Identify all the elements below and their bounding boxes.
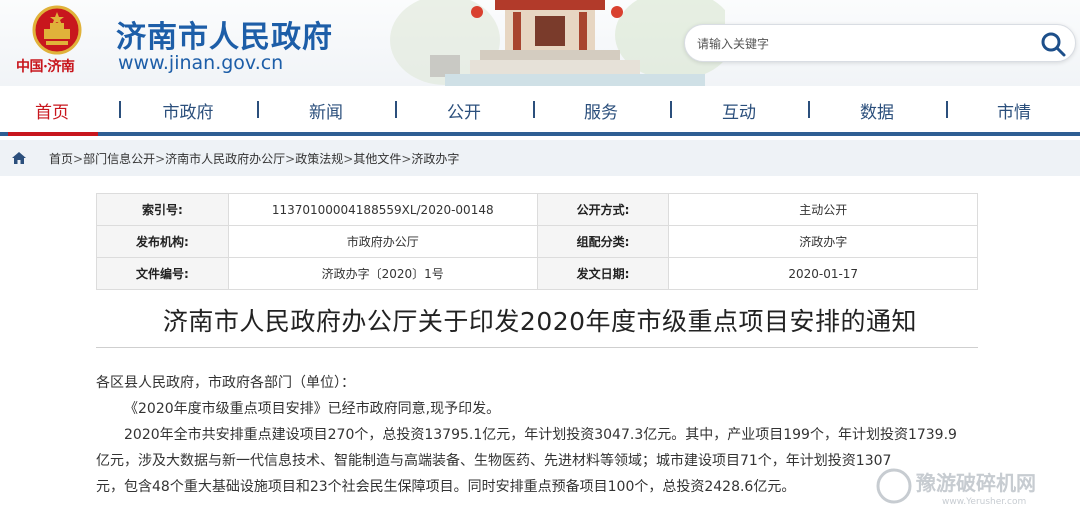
nav-item-government[interactable]: 市政府: [148, 98, 228, 123]
index-no-value: 11370100004188559XL/2020-00148: [227, 193, 538, 226]
emblem-caption: 中国·济南: [16, 59, 75, 75]
breadcrumb-current[interactable]: 济政办字: [411, 152, 459, 166]
publisher-value: 市政府办公厅: [227, 225, 538, 258]
home-icon[interactable]: [11, 151, 27, 165]
watermark-text: 豫游破碎机网: [916, 471, 1036, 495]
nav-active-indicator: [8, 132, 98, 136]
nav-item-city-info[interactable]: 市情: [974, 98, 1054, 123]
document-body: 各区县人民政府，市政府各部门（单位）： 《2020年度市级重点项目安排》已经市政…: [96, 370, 976, 500]
watermark-logo: 豫游破碎机网 www.Yerusher.com: [876, 468, 1036, 507]
nav-divider: [119, 101, 121, 118]
nav-divider: [670, 101, 672, 118]
nav-divider: [808, 101, 810, 118]
site-url[interactable]: www.jinan.gov.cn: [118, 52, 283, 74]
pavilion-scenery-image: [390, 0, 725, 86]
body-paragraph: 亿元，涉及大数据与新一代信息技术、智能制造与高端装备、生物医药、先进材料等领域；…: [96, 453, 892, 469]
breadcrumb-policies[interactable]: 政策法规: [295, 152, 343, 166]
table-row: 发布机构: 市政府办公厅 组配分类: 济政办字: [96, 225, 978, 258]
title-divider: [96, 347, 978, 348]
breadcrumb-separator: >: [401, 152, 412, 166]
disclosure-label: 公开方式:: [536, 193, 670, 226]
search-box: [684, 24, 1076, 62]
document-meta-table: 索引号: 11370100004188559XL/2020-00148 公开方式…: [96, 193, 978, 290]
table-row: 索引号: 11370100004188559XL/2020-00148 公开方式…: [96, 193, 978, 226]
doc-no-label: 文件编号:: [96, 257, 229, 290]
salutation-paragraph: 各区县人民政府，市政府各部门（单位）：: [96, 375, 355, 391]
nav-item-services[interactable]: 服务: [561, 98, 641, 123]
publisher-label: 发布机构:: [96, 225, 229, 258]
site-title[interactable]: 济南市人民政府: [116, 12, 333, 56]
nav-item-data[interactable]: 数据: [837, 98, 917, 123]
category-label: 组配分类:: [536, 225, 670, 258]
nav-item-home[interactable]: 首页: [12, 98, 92, 123]
nav-item-interaction[interactable]: 互动: [699, 98, 779, 123]
date-value: 2020-01-17: [668, 257, 978, 290]
doc-no-value: 济政办字〔2020〕1号: [227, 257, 538, 290]
nav-divider: [946, 101, 948, 118]
index-no-label: 索引号:: [96, 193, 229, 226]
main-nav: 首页 市政府 新闻 公开 服务 互动 数据 市情: [0, 86, 1080, 132]
nav-underline: [0, 132, 1080, 136]
document-title: 济南市人民政府办公厅关于印发2020年度市级重点项目安排的通知: [162, 307, 918, 336]
breadcrumb-separator: >: [155, 152, 166, 166]
breadcrumb-separator: >: [73, 152, 84, 166]
category-value: 济政办字: [668, 225, 978, 258]
nav-item-news[interactable]: 新闻: [286, 98, 366, 123]
nav-divider: [533, 101, 535, 118]
table-row: 文件编号: 济政办字〔2020〕1号 发文日期: 2020-01-17: [96, 257, 978, 290]
breadcrumb-other-docs[interactable]: 其他文件: [353, 152, 401, 166]
body-paragraph: 《2020年度市级重点项目安排》已经市政府同意,现予印发。: [124, 401, 501, 417]
date-label: 发文日期:: [536, 257, 670, 290]
nav-divider: [395, 101, 397, 118]
nav-item-disclosure[interactable]: 公开: [424, 98, 504, 123]
breadcrumb-bar: 首页>部门信息公开>济南市人民政府办公厅>政策法规>其他文件>济政办字: [0, 140, 1080, 176]
breadcrumb-general-office[interactable]: 济南市人民政府办公厅: [165, 152, 285, 166]
national-emblem-icon: [32, 5, 82, 55]
site-header: 中国·济南 济南市人民政府 www.jinan.gov.cn: [0, 0, 1080, 86]
search-input[interactable]: [697, 33, 1027, 55]
nav-divider: [257, 101, 259, 118]
breadcrumb-separator: >: [343, 152, 354, 166]
body-paragraph: 元，包含48个重大基础设施项目和23个社会民生保障项目。同时安排重点预备项目10…: [96, 479, 796, 495]
breadcrumb-separator: >: [285, 152, 296, 166]
disclosure-value: 主动公开: [668, 193, 978, 226]
search-icon[interactable]: [1039, 30, 1067, 58]
breadcrumb-home[interactable]: 首页: [49, 152, 73, 166]
body-paragraph: 2020年全市共安排重点建设项目270个，总投资13795.1亿元，年计划投资3…: [124, 427, 957, 443]
breadcrumb-dept-info[interactable]: 部门信息公开: [83, 152, 155, 166]
watermark-url: www.Yerusher.com: [942, 497, 1026, 507]
breadcrumb: 首页>部门信息公开>济南市人民政府办公厅>政策法规>其他文件>济政办字: [49, 150, 459, 167]
